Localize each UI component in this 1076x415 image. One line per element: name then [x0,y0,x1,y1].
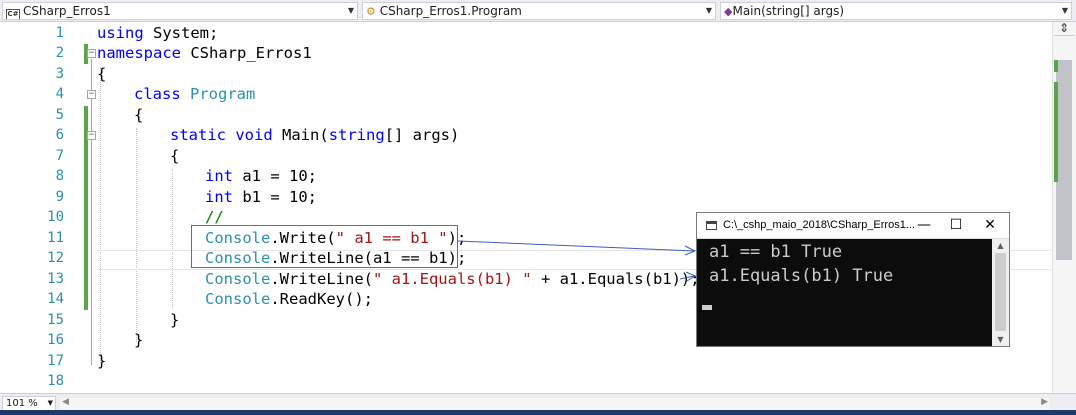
console-window[interactable]: C:\_cshp_maio_2018\CSharp_Erros1... — ☐ … [696,212,1010,347]
console-scroll-thumb[interactable] [995,253,1006,331]
split-window-icon[interactable]: ⇕ [1054,22,1074,36]
console-title: C:\_cshp_maio_2018\CSharp_Erros1... [723,219,915,231]
vertical-scrollbar[interactable] [1052,22,1076,393]
console-titlebar[interactable]: C:\_cshp_maio_2018\CSharp_Erros1... — ☐ … [697,213,1009,239]
scroll-left-icon[interactable]: ◀ [62,397,69,407]
annotation-arrows [457,155,1072,282]
console-cursor [702,305,712,310]
close-button[interactable]: ✕ [975,215,1005,235]
scroll-thumb[interactable] [1056,60,1072,260]
zoom-level: 101 % [6,398,38,409]
change-marker [1054,60,1058,72]
change-marker [1054,82,1058,182]
arrow-line-1 [457,240,695,252]
chevron-down-icon: ▼ [47,399,53,407]
scroll-right-icon[interactable]: ▶ [1041,397,1048,407]
console-scrollbar[interactable]: ▲ ▼ [992,239,1009,346]
maximize-button[interactable]: ☐ [941,215,971,235]
scroll-up-icon[interactable]: ▲ [992,241,1009,250]
scroll-down-icon[interactable]: ▼ [992,335,1009,344]
horizontal-scrollbar[interactable]: ◀ ▶ [60,397,1050,410]
console-output-line: a1.Equals(b1) True [709,266,894,286]
zoom-dropdown[interactable]: 101 % ▼ [2,396,56,411]
console-icon [706,221,717,230]
minimize-button[interactable]: — [909,215,939,235]
window-frame-strip [0,410,1076,415]
console-output-line: a1 == b1 True [709,242,843,262]
